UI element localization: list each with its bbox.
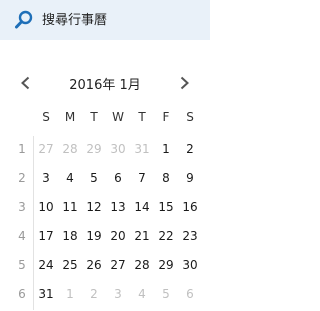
day-cell[interactable]: 20 bbox=[106, 229, 130, 243]
day-cell[interactable]: 14 bbox=[130, 200, 154, 214]
day-cell[interactable]: 16 bbox=[178, 200, 202, 214]
day-cell[interactable]: 30 bbox=[178, 258, 202, 272]
day-of-week-label: T bbox=[90, 110, 98, 124]
day-cell[interactable]: 27 bbox=[106, 258, 130, 272]
week-row: 6 31 1 2 3 4 5 6 bbox=[0, 281, 210, 310]
month-year-label[interactable]: 2016年 1月 bbox=[54, 74, 156, 93]
day-cell[interactable]: 10 bbox=[34, 200, 58, 214]
week-number: 4 bbox=[18, 229, 26, 243]
day-of-week-label: M bbox=[64, 110, 76, 124]
week-number: 5 bbox=[18, 258, 26, 272]
day-cell-other-month[interactable]: 27 bbox=[34, 142, 58, 156]
day-cell-other-month[interactable]: 29 bbox=[82, 142, 106, 156]
day-cell[interactable]: 5 bbox=[82, 171, 106, 185]
day-cell[interactable]: 28 bbox=[130, 258, 154, 272]
day-cell-other-month[interactable]: 30 bbox=[106, 142, 130, 156]
day-cell-other-month[interactable]: 31 bbox=[130, 142, 154, 156]
day-cell[interactable]: 9 bbox=[178, 171, 202, 185]
next-month-button[interactable] bbox=[174, 73, 194, 93]
week-row: 4 17 18 19 20 21 22 23 bbox=[0, 223, 210, 252]
previous-month-button[interactable] bbox=[16, 73, 36, 93]
day-cell[interactable]: 26 bbox=[82, 258, 106, 272]
day-cell[interactable]: 7 bbox=[130, 171, 154, 185]
day-of-week-label: S bbox=[42, 110, 50, 124]
day-cell[interactable]: 18 bbox=[58, 229, 82, 243]
day-cell-other-month[interactable]: 4 bbox=[130, 287, 154, 301]
day-cell-other-month[interactable]: 6 bbox=[178, 287, 202, 301]
day-of-week-label: S bbox=[186, 110, 194, 124]
month-navigation: 2016年 1月 bbox=[0, 70, 210, 96]
week-row: 5 24 25 26 27 28 29 30 bbox=[0, 252, 210, 281]
day-of-week-label: F bbox=[162, 110, 170, 124]
week-number: 6 bbox=[18, 287, 26, 301]
search-input[interactable] bbox=[42, 10, 202, 30]
day-cell[interactable]: 11 bbox=[58, 200, 82, 214]
day-cell[interactable]: 23 bbox=[178, 229, 202, 243]
day-cell[interactable]: 3 bbox=[34, 171, 58, 185]
day-cell[interactable]: 17 bbox=[34, 229, 58, 243]
day-cell[interactable]: 8 bbox=[154, 171, 178, 185]
chevron-left-icon bbox=[16, 76, 36, 96]
day-cell[interactable]: 13 bbox=[106, 200, 130, 214]
day-cell[interactable]: 6 bbox=[106, 171, 130, 185]
day-cell[interactable]: 2 bbox=[178, 142, 202, 156]
day-cell[interactable]: 19 bbox=[82, 229, 106, 243]
chevron-right-icon bbox=[174, 76, 194, 96]
day-cell[interactable]: 25 bbox=[58, 258, 82, 272]
day-cell[interactable]: 31 bbox=[34, 287, 58, 301]
day-cell[interactable]: 1 bbox=[154, 142, 178, 156]
day-of-week-label: T bbox=[138, 110, 146, 124]
week-row: 23456789 bbox=[0, 165, 210, 194]
day-cell[interactable]: 24 bbox=[34, 258, 58, 272]
search-bar[interactable] bbox=[0, 0, 210, 40]
day-cell-other-month[interactable]: 28 bbox=[58, 142, 82, 156]
day-cell[interactable]: 22 bbox=[154, 229, 178, 243]
search-icon[interactable] bbox=[13, 9, 35, 31]
week-number: 1 bbox=[18, 142, 26, 156]
week-number: 2 bbox=[18, 171, 26, 185]
day-cell-other-month[interactable]: 2 bbox=[82, 287, 106, 301]
day-cell[interactable]: 29 bbox=[154, 258, 178, 272]
day-of-week-header: S M T W T F S bbox=[0, 110, 210, 130]
day-cell-other-month[interactable]: 5 bbox=[154, 287, 178, 301]
day-cell-other-month[interactable]: 3 bbox=[106, 287, 130, 301]
week-row: 1 27 28 29 30 31 1 2 bbox=[0, 136, 210, 165]
day-cell-other-month[interactable]: 1 bbox=[58, 287, 82, 301]
day-cell[interactable]: 12 bbox=[82, 200, 106, 214]
day-cell[interactable]: 21 bbox=[130, 229, 154, 243]
day-of-week-label: W bbox=[112, 110, 124, 124]
day-cell[interactable]: 15 bbox=[154, 200, 178, 214]
week-number: 3 bbox=[18, 200, 26, 214]
week-row: 3 10 11 12 13 14 15 16 bbox=[0, 194, 210, 223]
day-cell[interactable]: 4 bbox=[58, 171, 82, 185]
